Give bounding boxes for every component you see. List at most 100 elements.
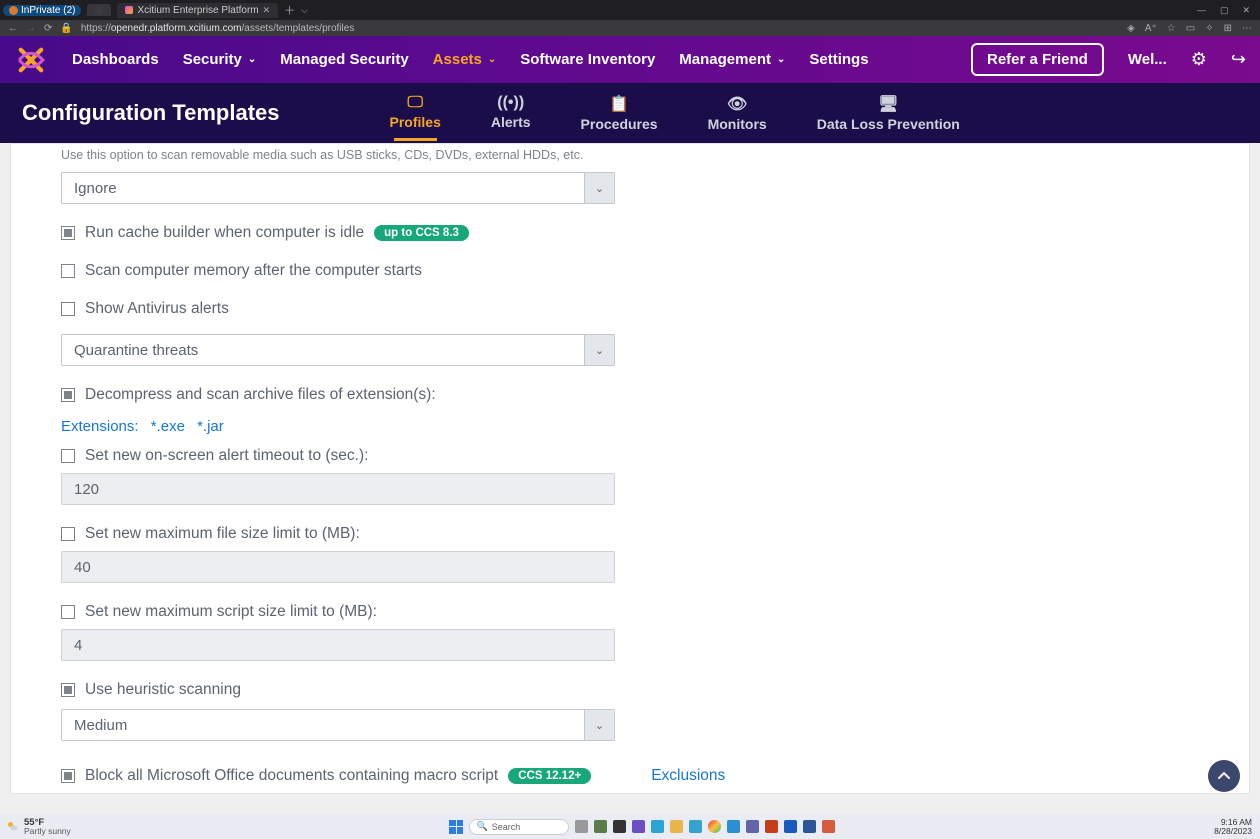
window-close-icon[interactable]: ✕ — [1242, 5, 1250, 16]
checkbox-heuristic[interactable] — [61, 683, 75, 697]
favorite-icon[interactable]: ☆ — [1167, 23, 1176, 34]
chevron-down-icon: ⌄ — [248, 54, 256, 65]
checkbox-cache-builder[interactable] — [61, 226, 75, 240]
inprivate-label: InPrivate (2) — [21, 5, 75, 16]
tab-close-icon[interactable]: ✕ — [263, 5, 271, 16]
xcitium-logo-icon[interactable] — [14, 43, 48, 77]
tab-overflow-icon[interactable]: ⌵ — [301, 5, 308, 16]
label-max-script-size: Set new maximum script size limit to (MB… — [85, 603, 377, 621]
checkbox-max-script-size[interactable] — [61, 605, 75, 619]
monitors-icon: 👁 — [727, 94, 747, 114]
nav-back-icon[interactable]: ← — [8, 23, 18, 34]
site-lock-icon[interactable]: 🔒 — [60, 23, 72, 34]
chevron-down-icon[interactable]: ⌄ — [584, 710, 614, 740]
taskbar-weather[interactable]: 55°F Partly sunny — [0, 818, 71, 836]
app-icon-4[interactable] — [651, 820, 664, 833]
app-icon-13[interactable] — [822, 820, 835, 833]
tab-monitors[interactable]: 👁Monitors — [708, 94, 767, 132]
badge-ccs1212: CCS 12.12+ — [508, 768, 591, 784]
nav-assets[interactable]: Assets⌄ — [433, 51, 497, 68]
app-icon-1[interactable] — [594, 820, 607, 833]
tab-notepad[interactable] — [87, 4, 111, 16]
notepad-favicon-icon — [95, 6, 103, 14]
select-removable-media[interactable]: Ignore ⌄ — [61, 172, 615, 204]
window-maximize-icon[interactable]: ▢ — [1220, 5, 1229, 16]
taskbar-search[interactable]: 🔍Search — [469, 819, 569, 835]
new-tab-button[interactable]: ＋ — [284, 2, 295, 18]
browser-titlebar: InPrivate (2) Xcitium Enterprise Platfor… — [0, 0, 1260, 20]
nav-software-inventory[interactable]: Software Inventory — [520, 51, 655, 68]
checkbox-alert-timeout[interactable] — [61, 449, 75, 463]
tab-dlp[interactable]: 🖥Data Loss Prevention — [817, 94, 960, 132]
select-threat-action[interactable]: Quarantine threats ⌄ — [61, 334, 615, 366]
checkbox-archive-scan[interactable] — [61, 388, 75, 402]
taskbar-clock[interactable]: 9:16 AM 8/28/2023 — [1214, 818, 1252, 835]
taskview-icon[interactable] — [575, 820, 588, 833]
select-value: Medium — [62, 717, 584, 734]
gear-icon[interactable]: ⚙ — [1191, 49, 1207, 70]
app-icon-9[interactable] — [746, 820, 759, 833]
ext-icon[interactable]: ◈ — [1127, 23, 1135, 34]
tab-procedures[interactable]: 📋Procedures — [581, 94, 658, 132]
input-max-file-size[interactable]: 40 — [61, 551, 615, 583]
collections-icon[interactable]: ⊞ — [1224, 23, 1232, 34]
url-text[interactable]: https://openedr.platform.xcitium.com/ass… — [81, 23, 354, 34]
label-scan-memory: Scan computer memory after the computer … — [85, 262, 422, 280]
label-max-file-size: Set new maximum file size limit to (MB): — [85, 525, 360, 543]
app-icon-8[interactable] — [727, 820, 740, 833]
windows-taskbar: 55°F Partly sunny 🔍Search 9:16 AM 8/28/2… — [0, 814, 1260, 839]
tab-alerts[interactable]: ((•))Alerts — [491, 94, 531, 132]
logout-icon[interactable]: ↪ — [1231, 49, 1246, 70]
nav-forward-icon[interactable]: → — [26, 23, 36, 34]
inprivate-badge[interactable]: InPrivate (2) — [3, 5, 81, 16]
label-heuristic: Use heuristic scanning — [85, 681, 241, 699]
input-alert-timeout[interactable]: 120 — [61, 473, 615, 505]
checkbox-max-file-size[interactable] — [61, 527, 75, 541]
chevron-down-icon: ⌄ — [777, 54, 785, 65]
app-icon-5[interactable] — [670, 820, 683, 833]
nav-management[interactable]: Management⌄ — [679, 51, 785, 68]
nav-welcome[interactable]: Wel... — [1128, 51, 1167, 68]
app-icon-11[interactable] — [784, 820, 797, 833]
page-body: Use this option to scan removable media … — [0, 143, 1260, 814]
app-icon-7[interactable] — [708, 820, 721, 833]
extension-exe[interactable]: *.exe — [151, 418, 185, 435]
tab-profiles[interactable]: 🖵Profiles — [390, 94, 441, 132]
split-icon[interactable]: ▭ — [1186, 23, 1195, 34]
search-icon: 🔍 — [476, 821, 487, 832]
readaloud-icon[interactable]: A⁺ — [1145, 23, 1157, 34]
more-icon[interactable]: ⋯ — [1242, 23, 1252, 34]
chevron-down-icon[interactable]: ⌄ — [584, 173, 614, 203]
checkbox-block-macro[interactable] — [61, 769, 75, 783]
checkbox-scan-memory[interactable] — [61, 264, 75, 278]
favorites-bar-icon[interactable]: ✧ — [1205, 23, 1213, 34]
app-icon-6[interactable] — [689, 820, 702, 833]
scroll-to-top-button[interactable] — [1208, 760, 1240, 792]
nav-security[interactable]: Security⌄ — [183, 51, 257, 68]
chevron-down-icon[interactable]: ⌄ — [584, 335, 614, 365]
badge-ccs83: up to CCS 8.3 — [374, 225, 469, 241]
extensions-label[interactable]: Extensions: — [61, 418, 139, 435]
app-icon-3[interactable] — [632, 820, 645, 833]
select-heuristic-level[interactable]: Medium ⌄ — [61, 709, 615, 741]
refer-friend-button[interactable]: Refer a Friend — [971, 43, 1104, 76]
input-max-script-size[interactable]: 4 — [61, 629, 615, 661]
nav-dashboards[interactable]: Dashboards — [72, 51, 159, 68]
nav-managed-security[interactable]: Managed Security — [280, 51, 408, 68]
label-av-alerts: Show Antivirus alerts — [85, 300, 229, 318]
extensions-line: Extensions: *.exe *.jar — [61, 418, 1199, 435]
checkbox-av-alerts[interactable] — [61, 302, 75, 316]
help-removable-media: Use this option to scan removable media … — [61, 148, 1199, 162]
tab-xcitium[interactable]: Xcitium Enterprise Platform ✕ — [117, 3, 278, 18]
app-icon-2[interactable] — [613, 820, 626, 833]
window-minimize-icon[interactable]: — — [1197, 5, 1206, 16]
url-path: /assets/templates/profiles — [241, 23, 354, 34]
nav-settings[interactable]: Settings — [809, 51, 868, 68]
weather-desc: Partly sunny — [24, 827, 71, 836]
app-icon-12[interactable] — [803, 820, 816, 833]
extension-jar[interactable]: *.jar — [197, 418, 224, 435]
nav-reload-icon[interactable]: ⟳ — [44, 23, 52, 34]
start-button[interactable] — [449, 820, 463, 834]
link-exclusions[interactable]: Exclusions — [651, 767, 725, 785]
app-icon-10[interactable] — [765, 820, 778, 833]
